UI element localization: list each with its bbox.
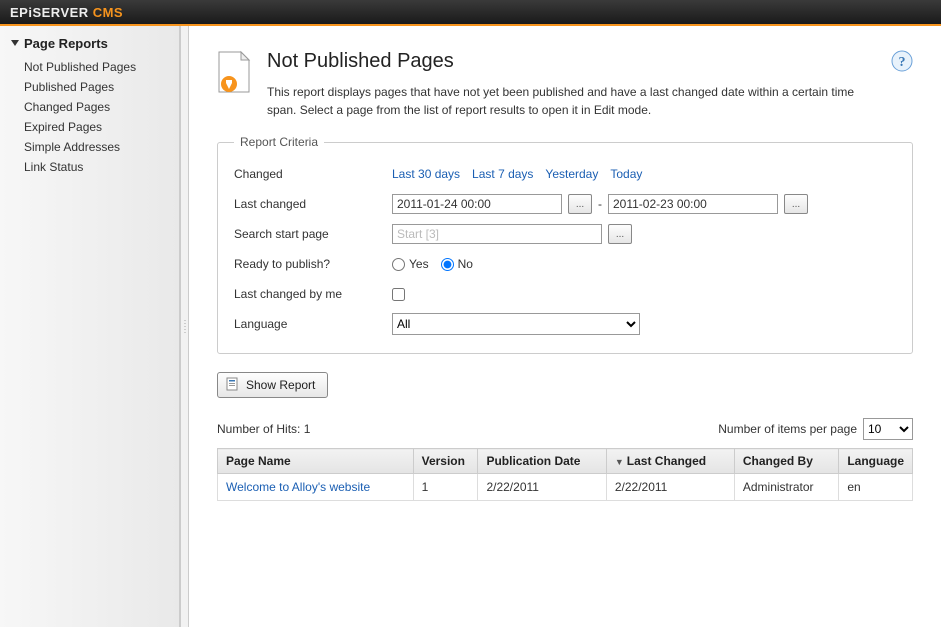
col-last-changed-label: Last Changed [627,454,706,468]
date-from-picker-button[interactable]: ... [568,194,592,214]
brand-episerver: EPiSERVER [10,5,89,20]
preset-yesterday[interactable]: Yesterday [545,167,598,181]
hits-label: Number of Hits: [217,422,304,436]
col-page-name[interactable]: Page Name [218,449,414,474]
ready-no-option[interactable]: No [441,257,473,271]
ready-to-publish-label: Ready to publish? [234,257,392,271]
sidebar-list: Not Published Pages Published Pages Chan… [10,57,179,177]
language-select[interactable]: All [392,313,640,335]
row-changed-by: Administrator [734,474,838,501]
page-icon [217,50,253,94]
per-page-label: Number of items per page [718,422,857,436]
svg-text:?: ? [899,55,906,70]
chevron-down-icon [10,36,20,51]
ready-no-radio[interactable] [441,258,454,271]
sort-desc-icon: ▼ [615,457,624,467]
date-to-input[interactable] [608,194,778,214]
top-bar: EPiSERVER CMS [0,0,941,26]
sidebar-item-not-published[interactable]: Not Published Pages [24,57,179,77]
sidebar-heading-label: Page Reports [24,36,108,51]
report-criteria-fieldset: Report Criteria Changed Last 30 days Las… [217,135,913,354]
col-version[interactable]: Version [413,449,478,474]
results-table: Page Name Version Publication Date ▼Last… [217,448,913,501]
brand-cms: CMS [93,5,123,20]
last-changed-label: Last changed [234,197,392,211]
col-publication-date[interactable]: Publication Date [478,449,606,474]
changed-label: Changed [234,167,392,181]
search-start-picker-button[interactable]: ... [608,224,632,244]
show-report-button[interactable]: Show Report [217,372,328,398]
main-content: Not Published Pages This report displays… [189,26,941,627]
ready-no-label: No [458,257,473,271]
hits-count: Number of Hits: 1 [217,422,310,436]
drag-handle-icon: ····· [184,319,186,334]
row-last-changed: 2/22/2011 [606,474,734,501]
search-start-input[interactable] [392,224,602,244]
preset-last-30-days[interactable]: Last 30 days [392,167,460,181]
splitter[interactable]: ····· [180,26,189,627]
sidebar-item-link-status[interactable]: Link Status [24,157,179,177]
col-language[interactable]: Language [839,449,913,474]
language-label: Language [234,317,392,331]
row-publication-date: 2/22/2011 [478,474,606,501]
sidebar-item-changed[interactable]: Changed Pages [24,97,179,117]
col-last-changed[interactable]: ▼Last Changed [606,449,734,474]
sidebar-item-expired[interactable]: Expired Pages [24,117,179,137]
brand-text-1: EPiSERVER [10,5,89,20]
changed-by-me-label: Last changed by me [234,287,392,301]
report-icon [226,377,240,394]
search-start-label: Search start page [234,227,392,241]
show-report-label: Show Report [246,378,315,392]
range-separator: - [598,197,602,211]
hits-value: 1 [304,422,311,436]
changed-by-me-checkbox[interactable] [392,288,405,301]
help-icon[interactable]: ? [891,50,913,72]
criteria-legend: Report Criteria [234,135,324,149]
preset-today[interactable]: Today [610,167,642,181]
row-language: en [839,474,913,501]
ready-yes-radio[interactable] [392,258,405,271]
sidebar: Page Reports Not Published Pages Publish… [0,26,180,627]
date-to-picker-button[interactable]: ... [784,194,808,214]
preset-last-7-days[interactable]: Last 7 days [472,167,533,181]
per-page-select[interactable]: 10 [863,418,913,440]
page-description: This report displays pages that have not… [267,83,877,119]
sidebar-heading[interactable]: Page Reports [10,36,179,51]
page-title: Not Published Pages [267,50,877,73]
ready-yes-option[interactable]: Yes [392,257,429,271]
row-page-link[interactable]: Welcome to Alloy's website [226,480,370,494]
ready-yes-label: Yes [409,257,429,271]
sidebar-item-published[interactable]: Published Pages [24,77,179,97]
col-changed-by[interactable]: Changed By [734,449,838,474]
table-row: Welcome to Alloy's website 1 2/22/2011 2… [218,474,913,501]
date-from-input[interactable] [392,194,562,214]
row-version: 1 [413,474,478,501]
sidebar-item-simple-addresses[interactable]: Simple Addresses [24,137,179,157]
